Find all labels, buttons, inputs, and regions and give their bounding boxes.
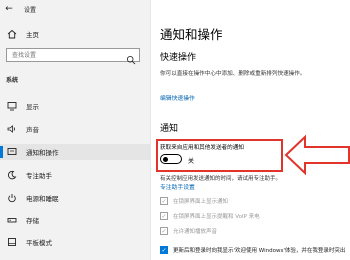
notifications-heading: 通知	[160, 124, 179, 134]
power-icon	[6, 192, 18, 204]
sidebar: ← 设置 主页 系统 显示 声音 通知和操作 专	[0, 0, 151, 260]
sidebar-item-label: 主页	[26, 31, 39, 39]
quick-actions-description: 你可以直接在操作中心中添加、删除或重新排列快速操作。	[160, 71, 306, 77]
home-icon	[6, 28, 18, 40]
checkbox-label: 在锁屏界面上显示提醒和 VoIP 来电	[173, 214, 260, 220]
checkbox-lockscreen-notifications[interactable]: ✓ 在锁屏界面上显示通知	[160, 197, 228, 205]
back-arrow-icon[interactable]: ←	[0, 4, 18, 14]
checkbox-lockscreen-reminders[interactable]: ✓ 在锁屏界面上显示提醒和 VoIP 来电	[160, 212, 260, 220]
sidebar-item-focus-assist[interactable]: 专注助手	[0, 167, 150, 183]
sidebar-item-label: 电源和睡眠	[26, 195, 59, 203]
main-content: 通知和操作 快速操作 你可以直接在操作中心中添加、删除或重新排列快速操作。 编辑…	[151, 0, 350, 260]
sidebar-item-label: 专注助手	[26, 172, 52, 180]
sidebar-item-label: 声音	[26, 126, 39, 134]
tablet-icon	[6, 236, 18, 248]
sidebar-item-label: 存储	[26, 217, 39, 225]
checkbox-label: 更新后和登录时向我显示'欢迎使用 Windows'体验，并在我登录时突出	[173, 248, 346, 254]
edit-quick-actions-link[interactable]: 编辑快速操作	[160, 93, 195, 102]
sidebar-item-notifications[interactable]: 通知和操作	[0, 144, 150, 160]
sidebar-item-power-sleep[interactable]: 电源和睡眠	[0, 190, 150, 206]
sidebar-item-label: 显示	[26, 103, 39, 111]
checkbox[interactable]: ✓	[160, 227, 168, 235]
checkbox[interactable]: ✓	[160, 212, 168, 220]
sidebar-item-display[interactable]: 显示	[0, 98, 150, 114]
window-title: 设置	[24, 6, 37, 14]
checkbox[interactable]: ✓	[160, 197, 168, 205]
pointer-arrow-icon	[284, 134, 350, 176]
focus-assist-info: 有关控制应用发送通知的时间，请试用专注助手。	[160, 176, 282, 182]
checkbox-label: 在锁屏界面上显示通知	[173, 199, 229, 205]
storage-icon	[6, 214, 18, 226]
sidebar-item-storage[interactable]: 存储	[0, 212, 150, 228]
checkbox-notification-sounds[interactable]: ✓ 允许通知播放声音	[160, 227, 217, 235]
checkbox-welcome-experience[interactable]: ✓ 更新后和登录时向我显示'欢迎使用 Windows'体验，并在我登录时突出	[160, 246, 345, 254]
focus-assist-settings-link[interactable]: 专注助手设置	[160, 182, 195, 191]
sidebar-item-sound[interactable]: 声音	[0, 121, 150, 137]
search-input[interactable]	[7, 49, 130, 61]
title-bar: ← 设置	[0, 0, 150, 18]
moon-icon	[6, 169, 18, 181]
checkbox[interactable]: ✓	[160, 246, 168, 254]
sidebar-item-label: 通知和操作	[26, 149, 59, 157]
sidebar-item-label: 平板模式	[26, 239, 52, 247]
sidebar-item-home[interactable]: 主页	[0, 26, 150, 42]
checkbox-label: 允许通知播放声音	[173, 229, 218, 235]
section-heading: 系统	[6, 77, 19, 84]
monitor-icon	[6, 100, 18, 112]
search-box[interactable]	[6, 48, 140, 65]
highlight-box	[156, 139, 283, 172]
sidebar-item-tablet-mode[interactable]: 平板模式	[0, 234, 150, 250]
search-icon[interactable]	[126, 50, 136, 65]
quick-actions-heading: 快速操作	[160, 53, 197, 63]
speaker-icon	[6, 123, 18, 135]
page-title: 通知和操作	[160, 27, 223, 42]
notification-icon	[6, 146, 18, 158]
